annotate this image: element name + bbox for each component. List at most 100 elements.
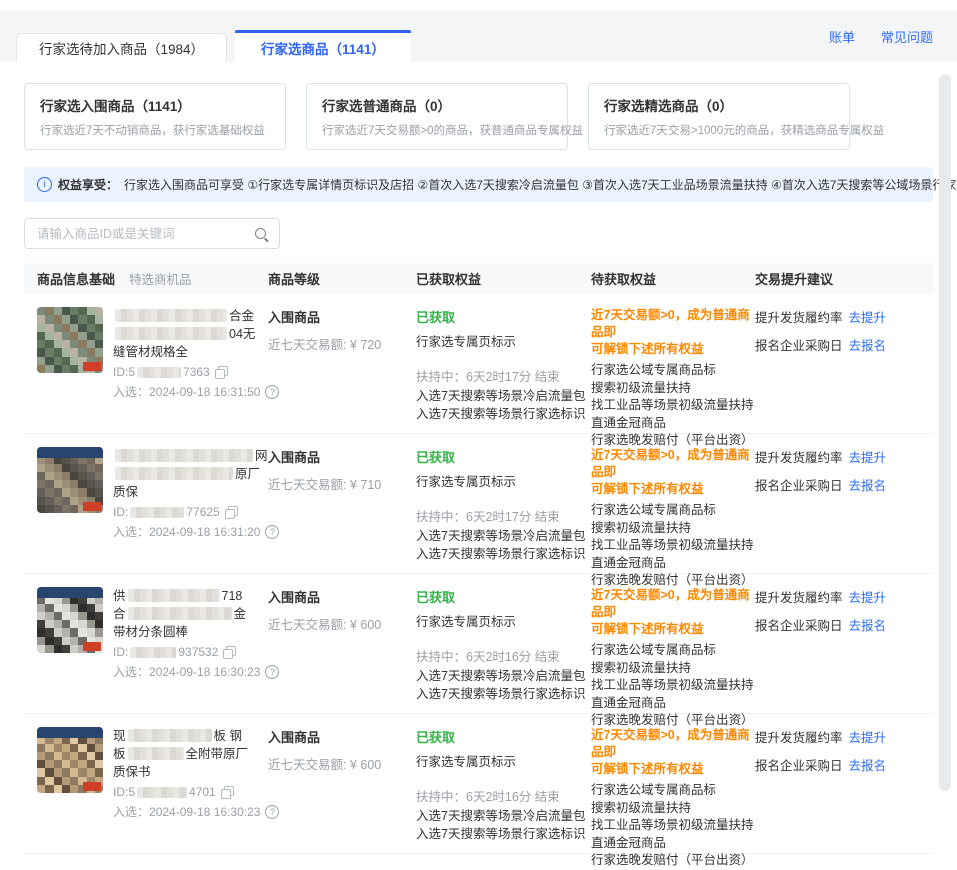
pending-condition: 近7天交易额>0，成为普通商品即 可解锁下述所有权益 (591, 727, 755, 778)
image-price-tag (83, 502, 101, 511)
product-image[interactable] (37, 307, 103, 373)
card-normal[interactable]: 行家选普通商品（0） 行家选近7天交易额>0的商品，获普通商品专属权益 (306, 83, 568, 150)
blurred-text (128, 589, 220, 602)
search-icon[interactable] (255, 228, 266, 239)
copy-icon[interactable] (221, 786, 234, 799)
search-box (24, 218, 280, 249)
blurred-text (130, 507, 184, 518)
tab-expert-products[interactable]: 行家选商品（1141） (235, 30, 411, 62)
suggestion-text: 报名企业采购日 (755, 479, 843, 493)
product-title: 现板 钢 (113, 727, 271, 745)
image-price-tag (83, 642, 101, 651)
gmv-7d: 近七天交易额: ¥ 710 (268, 474, 416, 493)
tab-pending-products[interactable]: 行家选待加入商品（1984） (16, 33, 227, 62)
product-level: 入围商品 (268, 727, 416, 746)
table-header: 商品信息基础 特选商机品 商品等级 已获取权益 待获取权益 交易提升建议 (24, 263, 933, 294)
selected-time: 入选：2024-09-18 16:30:23 (113, 803, 271, 820)
blurred-text (115, 467, 233, 480)
search-input[interactable] (35, 226, 255, 242)
product-id: ID: 54701 (113, 785, 271, 799)
suggestion-text: 报名企业采购日 (755, 759, 843, 773)
selected-time: 入选：2024-09-18 16:30:23 (113, 663, 271, 680)
image-watermark-banner (37, 587, 103, 598)
go-signup-link[interactable]: 去报名 (849, 759, 887, 773)
col-special-opportunity[interactable]: 特选商机品 (129, 269, 192, 288)
benefits-notice-banner: 权益享受： 行家选入围商品可享受 ①行家选专属详情页标识及店招 ②首次入选7天搜… (24, 167, 933, 202)
col-acquired-benefits: 已获取权益 (416, 269, 591, 288)
suggestion-text: 提升发货履约率 (755, 451, 843, 465)
col-trade-suggestion: 交易提升建议 (755, 269, 933, 288)
blurred-text (128, 747, 184, 760)
info-icon (37, 177, 52, 192)
acquired-benefits-list: 入选7天搜索等场景冷启流量包 入选7天搜索等场景行家选标识 (416, 388, 591, 423)
card-premium[interactable]: 行家选精选商品（0） 行家选近7天交易>1000元的商品，获精选商品专属权益 (588, 83, 850, 150)
col-product-info[interactable]: 商品信息基础 (37, 269, 115, 288)
image-price-tag (83, 782, 101, 791)
table-row: 现板 钢 板全附带原厂 质保书 ID: 54701 入选：2024-09-18 … (24, 714, 933, 854)
pending-condition: 近7天交易额>0，成为普通商品即 可解锁下述所有权益 (591, 587, 755, 638)
go-improve-link[interactable]: 去提升 (849, 451, 887, 465)
product-id: ID: 57363 (113, 365, 271, 379)
go-improve-link[interactable]: 去提升 (849, 591, 887, 605)
table-row: 网 原厂 质保 ID: 77625 入选：2024-09-18 16:31:20… (24, 434, 933, 574)
card-desc: 行家选近7天交易额>0的商品，获普通商品专属权益 (322, 122, 552, 138)
card-title: 行家选普通商品（0） (322, 95, 552, 115)
acquired-item: 行家选专属页标示 (416, 611, 591, 630)
acquired-benefits-list: 入选7天搜索等场景冷启流量包 入选7天搜索等场景行家选标识 (416, 808, 591, 843)
pending-condition: 近7天交易额>0，成为普通商品即 可解锁下述所有权益 (591, 307, 755, 358)
card-desc: 行家选近7天不动销商品，获行家选基础权益 (40, 122, 270, 138)
acquired-badge: 已获取 (416, 587, 591, 606)
go-signup-link[interactable]: 去报名 (849, 479, 887, 493)
card-title: 行家选精选商品（0） (604, 95, 834, 115)
acquired-item: 行家选专属页标示 (416, 331, 591, 350)
card-shortlisted[interactable]: 行家选入围商品（1141） 行家选近7天不动销商品，获行家选基础权益 (24, 83, 286, 150)
copy-icon[interactable] (215, 366, 228, 379)
go-signup-link[interactable]: 去报名 (849, 339, 887, 353)
selected-time: 入选：2024-09-18 16:31:20 (113, 523, 271, 540)
suggestion-text: 提升发货履约率 (755, 311, 843, 325)
product-image[interactable] (37, 587, 103, 653)
support-countdown: 扶持中：6天2时16分 结束 (416, 786, 591, 805)
blurred-text (115, 449, 253, 462)
pending-condition: 近7天交易额>0，成为普通商品即 可解锁下述所有权益 (591, 447, 755, 498)
product-id: ID: 937532 (113, 645, 271, 659)
pending-benefits-list: 行家选公域专属商品标 搜索初级流量扶持 找工业品等场景初级流量扶持 直通金冠商品… (591, 642, 755, 730)
table-row: 合金 04无 缝管材规格全 ID: 57363 入选：2024-09-18 16… (24, 294, 933, 434)
col-pending-benefits: 待获取权益 (591, 269, 755, 288)
product-image[interactable] (37, 727, 103, 793)
blurred-text (137, 367, 181, 378)
acquired-badge: 已获取 (416, 307, 591, 326)
col-product-level: 商品等级 (268, 269, 416, 288)
go-signup-link[interactable]: 去报名 (849, 619, 887, 633)
copy-icon[interactable] (225, 506, 238, 519)
support-countdown: 扶持中：6天2时17分 结束 (416, 366, 591, 385)
acquired-badge: 已获取 (416, 447, 591, 466)
header-links: 账单 常见问题 (829, 27, 933, 46)
suggestion-text: 报名企业采购日 (755, 339, 843, 353)
card-desc: 行家选近7天交易>1000元的商品，获精选商品专属权益 (604, 122, 834, 138)
selected-time: 入选：2024-09-18 16:31:50 (113, 383, 271, 400)
notice-label: 权益享受： (58, 176, 118, 193)
gmv-7d: 近七天交易额: ¥ 720 (268, 334, 416, 353)
billing-link[interactable]: 账单 (829, 27, 855, 46)
copy-icon[interactable] (223, 646, 236, 659)
support-countdown: 扶持中：6天2时16分 结束 (416, 646, 591, 665)
blurred-text (115, 327, 227, 340)
product-image[interactable] (37, 447, 103, 513)
blurred-text (128, 729, 212, 742)
acquired-benefits-list: 入选7天搜索等场景冷启流量包 入选7天搜索等场景行家选标识 (416, 668, 591, 703)
summary-cards: 行家选入围商品（1141） 行家选近7天不动销商品，获行家选基础权益 行家选普通… (24, 83, 933, 150)
suggestion-text: 提升发货履约率 (755, 731, 843, 745)
go-improve-link[interactable]: 去提升 (849, 731, 887, 745)
notice-text: 行家选入围商品可享受 ①行家选专属详情页标识及店招 ②首次入选7天搜索冷启流量包… (124, 176, 957, 193)
vertical-scrollbar[interactable] (939, 74, 951, 791)
product-level: 入围商品 (268, 447, 416, 466)
card-title: 行家选入围商品（1141） (40, 95, 270, 115)
pending-benefits-list: 行家选公域专属商品标 搜索初级流量扶持 找工业品等场景初级流量扶持 直通金冠商品… (591, 782, 755, 870)
product-title: 供718 (113, 587, 271, 605)
gmv-7d: 近七天交易额: ¥ 600 (268, 754, 416, 773)
blurred-text (128, 607, 232, 620)
go-improve-link[interactable]: 去提升 (849, 311, 887, 325)
product-title: 网 (113, 447, 271, 465)
faq-link[interactable]: 常见问题 (881, 27, 933, 46)
